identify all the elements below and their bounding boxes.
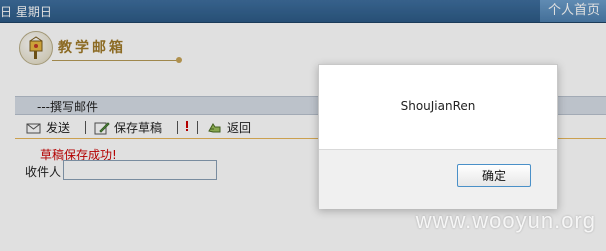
alert-message: ShouJianRen <box>400 99 476 113</box>
watermark-text: www.wooyun.org <box>415 208 596 233</box>
alert-dialog: ShouJianRen 确定 <box>318 64 558 209</box>
alert-footer: 确定 <box>319 149 557 209</box>
ok-button[interactable]: 确定 <box>457 164 531 187</box>
